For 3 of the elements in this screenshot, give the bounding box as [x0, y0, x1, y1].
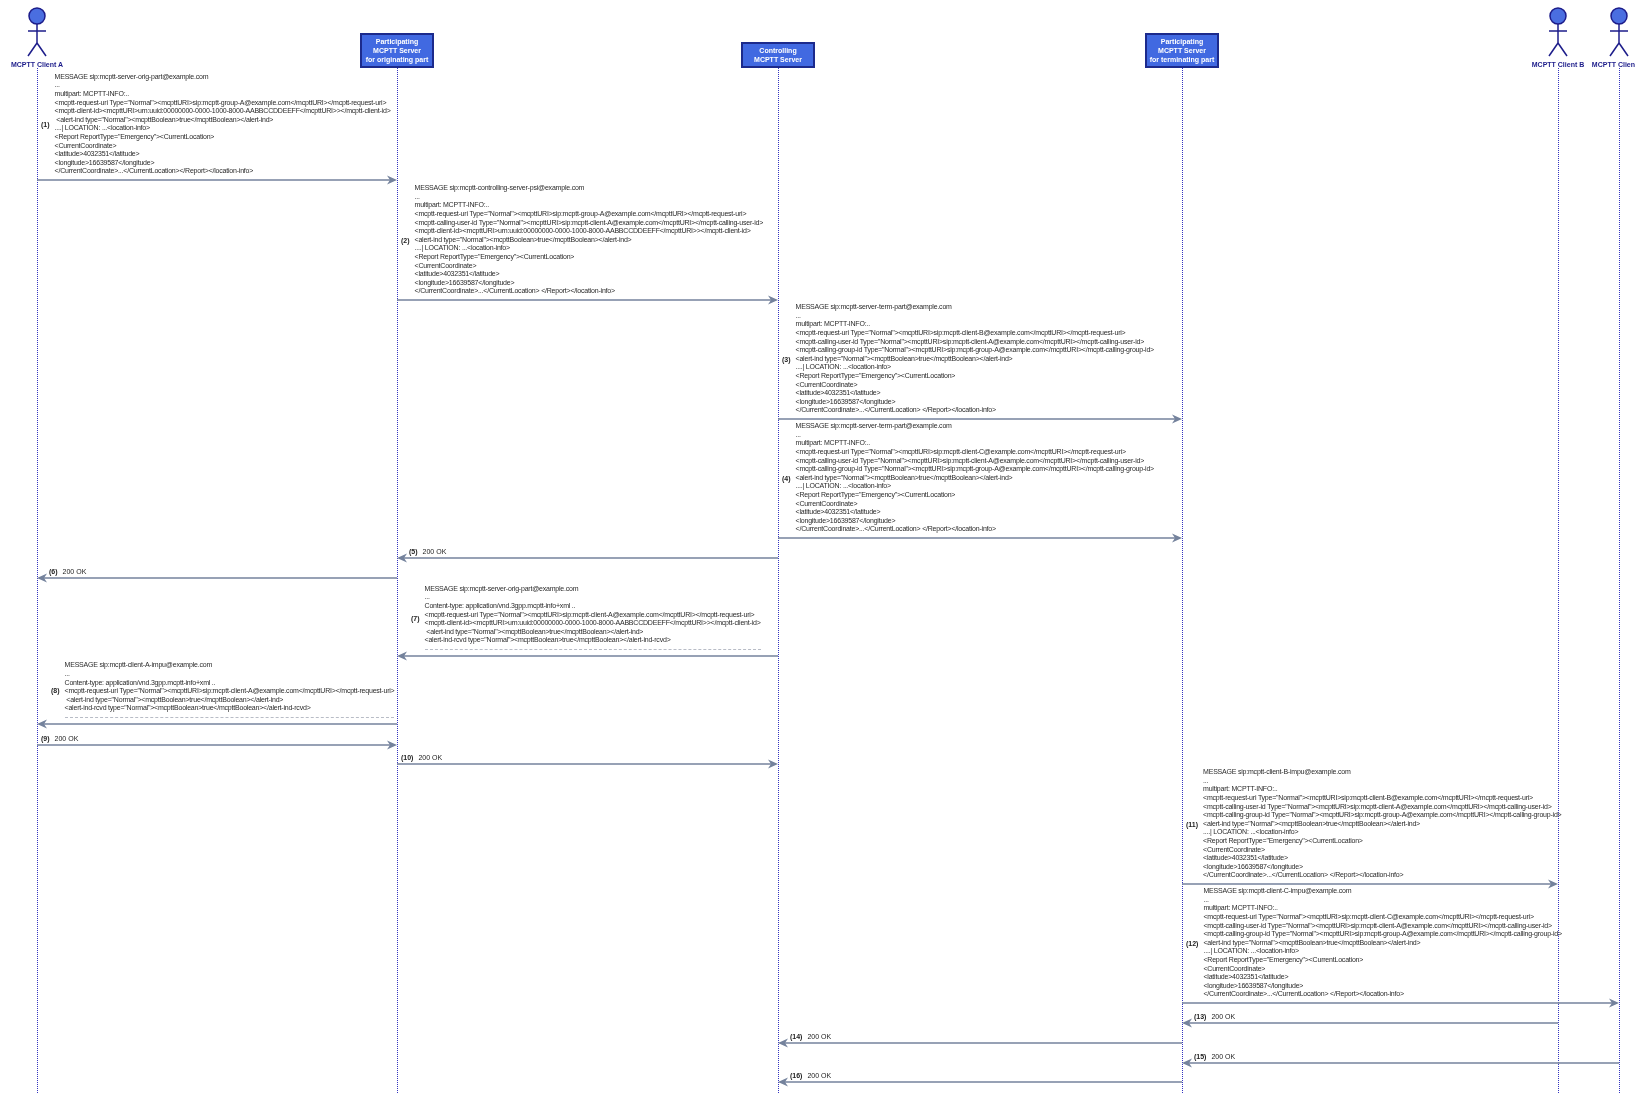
- stick-figure-icon: [1608, 7, 1630, 57]
- stick-figure-icon: [26, 7, 48, 57]
- stick-figure-icon: [1547, 7, 1569, 57]
